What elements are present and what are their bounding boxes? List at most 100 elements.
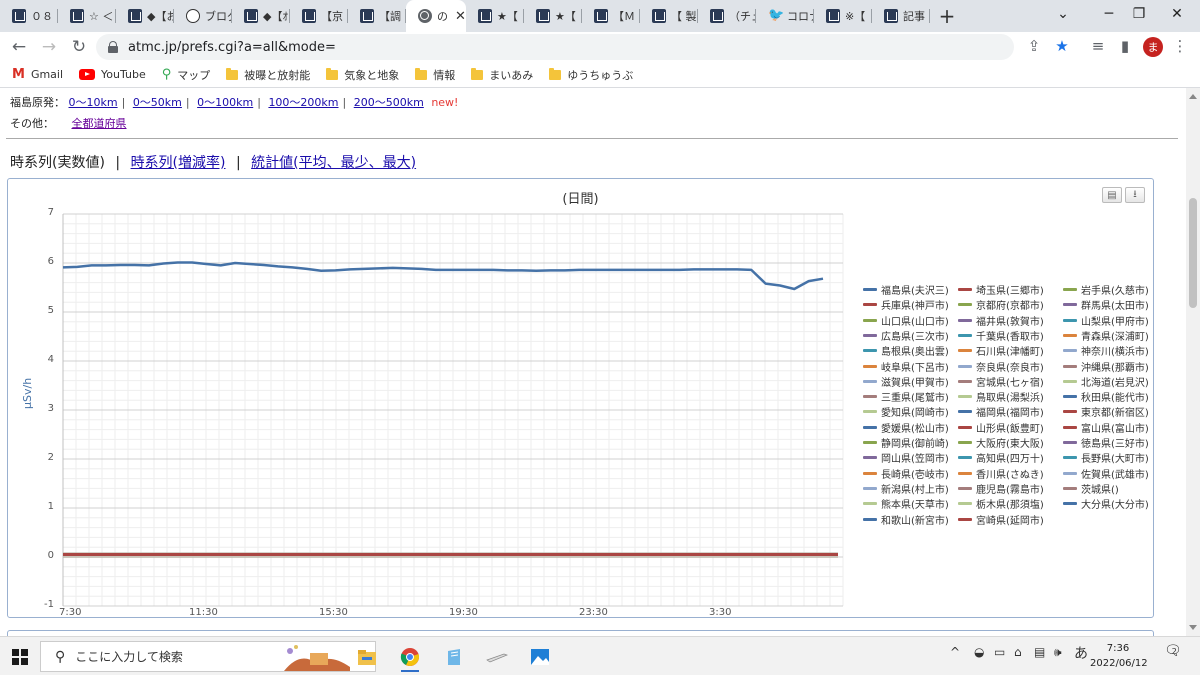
legend-item[interactable]: 長崎県(壱岐市) (863, 466, 949, 481)
legend-item[interactable]: 栃木県(那須塩) (958, 496, 1044, 511)
legend-item[interactable]: 島根県(奥出雲) (863, 343, 949, 358)
lock-icon[interactable] (108, 41, 118, 53)
bookmark-item[interactable]: ⚲ マップ (162, 67, 211, 83)
legend-item[interactable]: 大分県(大分市) (1063, 496, 1149, 511)
link-0-100km[interactable]: 0〜100km (197, 96, 253, 109)
bookmark-item[interactable]: 情報 (415, 67, 455, 83)
legend-item[interactable]: 愛知県(岡崎市) (863, 404, 949, 419)
avatar[interactable]: ま (1143, 37, 1163, 57)
legend-item[interactable]: 岐阜県(下呂市) (863, 359, 949, 374)
pen-app-icon[interactable] (482, 642, 512, 672)
legend-item[interactable]: 北海道(岩見沢) (1063, 374, 1149, 389)
notepad-icon[interactable] (439, 642, 469, 672)
legend-item[interactable]: 山梨県(甲府市) (1063, 313, 1149, 328)
volume-icon[interactable]: 🕪 (1054, 645, 1062, 660)
tray-app-icon[interactable]: ◒ (974, 645, 984, 659)
legend-item[interactable]: 東京都(新宿区) (1063, 404, 1149, 419)
share-icon[interactable]: ⇪ (1022, 34, 1046, 58)
legend-item[interactable]: 福島県(夫沢三) (863, 282, 949, 297)
chrome-taskbar-icon[interactable] (395, 642, 425, 672)
legend-item[interactable]: 神奈川(横浜市) (1063, 343, 1149, 358)
link-0-50km[interactable]: 0〜50km (133, 96, 182, 109)
scroll-down-icon[interactable] (1189, 625, 1197, 630)
ime-mode-icon[interactable]: ▤ (1034, 645, 1045, 659)
legend-item[interactable]: 熊本県(天草市) (863, 496, 949, 511)
legend-item[interactable]: 京都府(京都市) (958, 297, 1044, 312)
back-icon[interactable]: ← (4, 33, 34, 61)
legend-item[interactable]: 秋田県(能代市) (1063, 389, 1149, 404)
windows-start-icon[interactable] (12, 649, 28, 665)
mode-link-stats[interactable]: 統計値(平均、最少、最大) (251, 155, 416, 171)
browser-tab[interactable]: 【 製 (640, 0, 698, 32)
close-tab-icon[interactable]: ✕ (455, 9, 466, 24)
bookmark-item[interactable]: ゆうちゅうぶ (549, 67, 633, 83)
legend-item[interactable]: 福井県(敦賀市) (958, 313, 1044, 328)
browser-tab[interactable]: 【Ｍ (582, 0, 640, 32)
legend-item[interactable]: 鳥取県(湯梨浜) (958, 389, 1044, 404)
reload-icon[interactable]: ↻ (64, 33, 94, 61)
legend-item[interactable]: 千葉県(香取市) (958, 328, 1044, 343)
browser-tab[interactable]: ◆【ｵ (232, 0, 290, 32)
browser-tab[interactable]: 記事 (872, 0, 930, 32)
legend-item[interactable]: 鹿児島(霧島市) (958, 481, 1044, 496)
legend-item[interactable]: 徳島県(三好市) (1063, 435, 1149, 450)
reading-list-icon[interactable]: ≡ (1086, 34, 1110, 58)
legend-item[interactable]: 青森県(深浦町) (1063, 328, 1149, 343)
legend-item[interactable]: 富山県(富山市) (1063, 420, 1149, 435)
scroll-up-icon[interactable] (1189, 94, 1197, 99)
browser-tab[interactable]: 【調 (348, 0, 406, 32)
weather-widget-icon[interactable] (280, 641, 352, 671)
new-tab-button[interactable]: + (930, 0, 964, 32)
mode-link-rate[interactable]: 時系列(増減率) (131, 155, 226, 171)
legend-item[interactable]: 長野県(大町市) (1063, 450, 1149, 465)
legend-item[interactable]: 宮崎県(延岡市) (958, 512, 1044, 527)
clock[interactable]: 7:36 2022/06/12 (1090, 641, 1148, 671)
close-window-button[interactable]: ✕ (1154, 0, 1200, 28)
legend-item[interactable]: 宮城県(七ヶ宿) (958, 374, 1044, 389)
bookmark-item[interactable]: 気象と地象 (326, 67, 399, 83)
bookmark-item[interactable]: YouTube (79, 68, 146, 81)
browser-tab[interactable]: ※【 (814, 0, 872, 32)
ime-indicator[interactable]: あ (1074, 643, 1088, 663)
legend-item[interactable]: 高知県(四万十) (958, 450, 1044, 465)
browser-tab[interactable]: ★【 (524, 0, 582, 32)
legend-item[interactable]: 山形県(飯豊町) (958, 420, 1044, 435)
legend-item[interactable]: 茨城県() (1063, 481, 1119, 496)
legend-item[interactable]: 沖縄県(那覇市) (1063, 359, 1149, 374)
link-0-10km[interactable]: 0〜10km (69, 96, 118, 109)
legend-item[interactable]: 広島県(三次市) (863, 328, 949, 343)
legend-item[interactable]: 福岡県(福岡市) (958, 404, 1044, 419)
legend-item[interactable]: 三重県(尾鷲市) (863, 389, 949, 404)
browser-tab[interactable]: ◆【お (116, 0, 174, 32)
legend-item[interactable]: 新潟県(村上市) (863, 481, 949, 496)
notifications-icon[interactable]: 🗨2 (1164, 643, 1187, 659)
browser-tab[interactable]: の ✕ (406, 0, 466, 32)
address-bar[interactable]: atmc.jp/prefs.cgi?a=all&mode= (96, 34, 1014, 60)
bookmark-item[interactable]: M Gmail (12, 67, 63, 82)
bookmark-item[interactable]: 被曝と放射能 (226, 67, 310, 83)
tab-search-icon[interactable]: ⌄ (1040, 0, 1086, 28)
link-100-200km[interactable]: 100〜200km (268, 96, 338, 109)
scroll-thumb[interactable] (1189, 198, 1197, 308)
legend-item[interactable]: 山口県(山口市) (863, 313, 949, 328)
legend-item[interactable]: 岩手県(久慈市) (1063, 282, 1149, 297)
browser-tab[interactable]: 【京 (290, 0, 348, 32)
battery-icon[interactable]: ▭ (994, 645, 1005, 659)
show-hidden-icons-icon[interactable]: ^ (950, 645, 960, 659)
browser-tab[interactable]: ブログ (174, 0, 232, 32)
side-panel-icon[interactable]: ▮ (1113, 34, 1137, 58)
legend-item[interactable]: 滋賀県(甲賀市) (863, 374, 949, 389)
legend-item[interactable]: 香川県(さぬき) (958, 466, 1044, 481)
bookmark-star-icon[interactable]: ★ (1050, 34, 1074, 58)
network-icon[interactable]: ⌂ (1014, 645, 1022, 659)
legend-item[interactable]: 静岡県(御前崎) (863, 435, 949, 450)
file-explorer-icon[interactable] (352, 642, 382, 672)
legend-item[interactable]: 岡山県(笠岡市) (863, 450, 949, 465)
page-scrollbar[interactable] (1186, 88, 1200, 636)
browser-tab[interactable]: （チュ (698, 0, 756, 32)
legend-item[interactable]: 石川県(津幡町) (958, 343, 1044, 358)
legend-item[interactable]: 佐賀県(武雄市) (1063, 466, 1149, 481)
link-all-prefectures[interactable]: 全都道府県 (72, 117, 127, 130)
legend-item[interactable]: 大阪府(東大阪) (958, 435, 1044, 450)
legend-item[interactable]: 奈良県(奈良市) (958, 359, 1044, 374)
